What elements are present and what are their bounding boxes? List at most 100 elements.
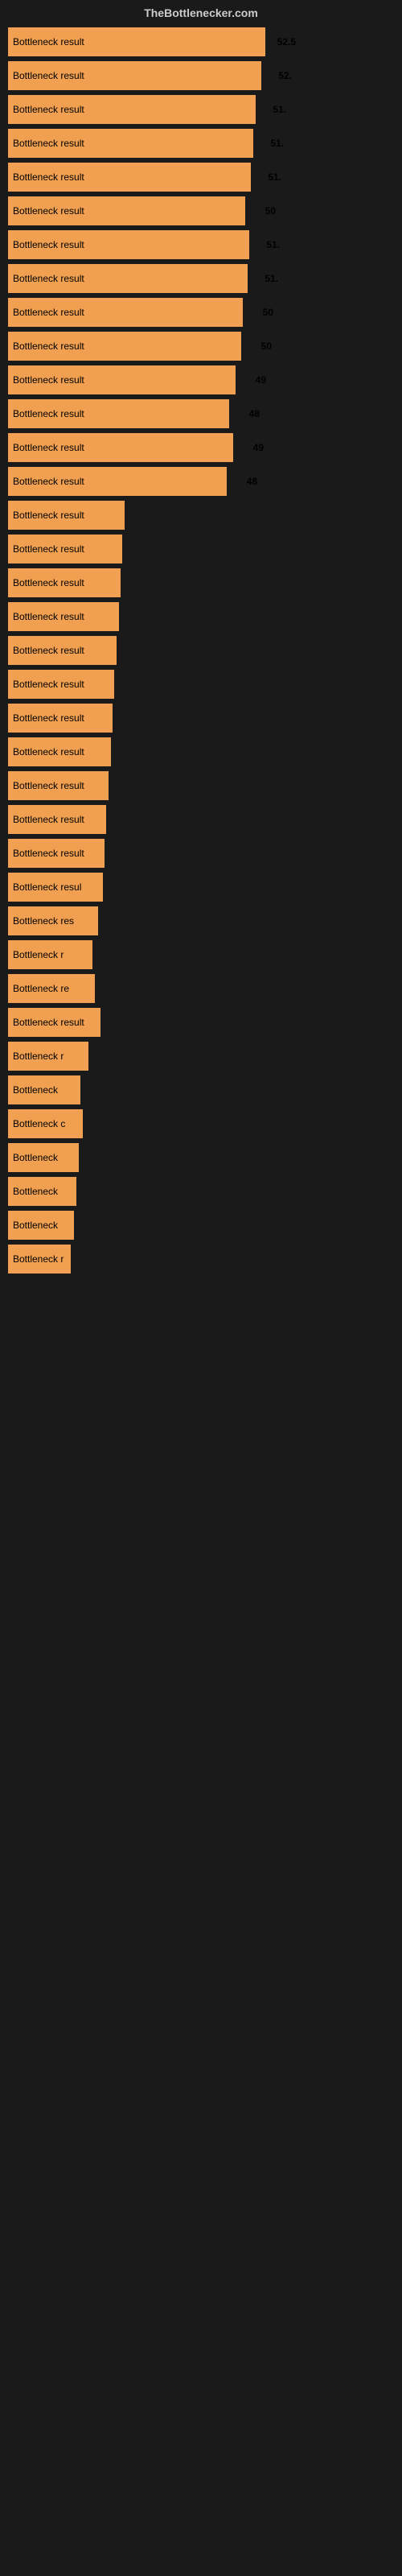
bar-label-0: Bottleneck result bbox=[13, 36, 84, 47]
bar-label-11: Bottleneck result bbox=[13, 408, 84, 419]
bar-value-3: 51. bbox=[270, 138, 284, 149]
bar-label-1: Bottleneck result bbox=[13, 70, 84, 81]
bar-label-26: Bottleneck res bbox=[13, 915, 74, 927]
bar-row: Bottleneck result bbox=[8, 737, 394, 766]
bar-value-7: 51. bbox=[265, 273, 278, 284]
bar-value-9: 50 bbox=[261, 341, 272, 352]
bar-value-8: 50 bbox=[263, 307, 273, 318]
bar-row: Bottleneck result 51. bbox=[8, 95, 394, 124]
bar-label-6: Bottleneck result bbox=[13, 239, 84, 250]
bar-row: Bottleneck r bbox=[8, 940, 394, 969]
bar-row: Bottleneck result bbox=[8, 568, 394, 597]
bar-14: Bottleneck result bbox=[8, 501, 125, 530]
bar-value-10: 49 bbox=[256, 374, 266, 386]
bar-label-27: Bottleneck r bbox=[13, 949, 64, 960]
bar-label-35: Bottleneck bbox=[13, 1220, 58, 1231]
bar-8: Bottleneck result50 bbox=[8, 298, 243, 327]
bar-26: Bottleneck res bbox=[8, 906, 98, 935]
bar-3: Bottleneck result51. bbox=[8, 129, 253, 158]
bar-label-30: Bottleneck r bbox=[13, 1051, 64, 1062]
bar-row: Bottleneck result bbox=[8, 839, 394, 868]
bar-row: Bottleneck result 52.5 bbox=[8, 27, 394, 56]
bar-11: Bottleneck result48 bbox=[8, 399, 229, 428]
bar-row: Bottleneck result 48 bbox=[8, 399, 394, 428]
bar-label-22: Bottleneck result bbox=[13, 780, 84, 791]
bar-row: Bottleneck result bbox=[8, 670, 394, 699]
bar-row: Bottleneck result 51. bbox=[8, 264, 394, 293]
bar-row: Bottleneck result 50 bbox=[8, 298, 394, 327]
bar-label-7: Bottleneck result bbox=[13, 273, 84, 284]
bar-label-5: Bottleneck result bbox=[13, 205, 84, 217]
bar-row: Bottleneck re bbox=[8, 974, 394, 1003]
bar-13: Bottleneck result48 bbox=[8, 467, 227, 496]
bar-row: Bottleneck result 51. bbox=[8, 230, 394, 259]
bar-1: Bottleneck result52. bbox=[8, 61, 261, 90]
bar-row: Bottleneck bbox=[8, 1143, 394, 1172]
bar-value-6: 51. bbox=[266, 239, 280, 250]
bar-5: Bottleneck result50 bbox=[8, 196, 245, 225]
bar-label-19: Bottleneck result bbox=[13, 679, 84, 690]
bar-7: Bottleneck result51. bbox=[8, 264, 248, 293]
site-header: TheBottlenecker.com bbox=[0, 0, 402, 23]
bar-label-18: Bottleneck result bbox=[13, 645, 84, 656]
bar-32: Bottleneck c bbox=[8, 1109, 83, 1138]
bar-row: Bottleneck result 51. bbox=[8, 129, 394, 158]
bar-label-2: Bottleneck result bbox=[13, 104, 84, 115]
bar-label-3: Bottleneck result bbox=[13, 138, 84, 149]
bar-value-4: 51. bbox=[268, 171, 281, 183]
bar-0: Bottleneck result52.5 bbox=[8, 27, 265, 56]
bar-label-29: Bottleneck result bbox=[13, 1017, 84, 1028]
bar-row: Bottleneck result bbox=[8, 771, 394, 800]
bar-25: Bottleneck resul bbox=[8, 873, 103, 902]
bar-row: Bottleneck result 51. bbox=[8, 163, 394, 192]
bar-36: Bottleneck r bbox=[8, 1245, 71, 1274]
bar-row: Bottleneck result bbox=[8, 636, 394, 665]
bars-container: Bottleneck result 52.5 Bottleneck result52… bbox=[0, 23, 402, 1283]
bar-row: Bottleneck result bbox=[8, 1008, 394, 1037]
bar-row: Bottleneck result bbox=[8, 704, 394, 733]
bar-value-0: 52.5 bbox=[277, 36, 296, 47]
bar-row: Bottleneck result49 bbox=[8, 433, 394, 462]
bar-21: Bottleneck result bbox=[8, 737, 111, 766]
bar-20: Bottleneck result bbox=[8, 704, 113, 733]
bar-label-12: Bottleneck result bbox=[13, 442, 84, 453]
bar-label-13: Bottleneck result bbox=[13, 476, 84, 487]
bar-row: Bottleneck result 50 bbox=[8, 196, 394, 225]
bar-18: Bottleneck result bbox=[8, 636, 117, 665]
bar-24: Bottleneck result bbox=[8, 839, 105, 868]
bar-label-8: Bottleneck result bbox=[13, 307, 84, 318]
bar-label-24: Bottleneck result bbox=[13, 848, 84, 859]
bar-label-25: Bottleneck resul bbox=[13, 881, 81, 893]
bar-row: Bottleneck result50 bbox=[8, 332, 394, 361]
bar-2: Bottleneck result51. bbox=[8, 95, 256, 124]
bar-31: Bottleneck bbox=[8, 1075, 80, 1104]
bar-value-5: 50 bbox=[265, 205, 276, 217]
bar-33: Bottleneck bbox=[8, 1143, 79, 1172]
bar-17: Bottleneck result bbox=[8, 602, 119, 631]
bar-label-10: Bottleneck result bbox=[13, 374, 84, 386]
bar-row: Bottleneck result bbox=[8, 535, 394, 564]
bar-30: Bottleneck r bbox=[8, 1042, 88, 1071]
bar-row: Bottleneck bbox=[8, 1211, 394, 1240]
bar-label-4: Bottleneck result bbox=[13, 171, 84, 183]
bar-28: Bottleneck re bbox=[8, 974, 95, 1003]
bar-22: Bottleneck result bbox=[8, 771, 109, 800]
bar-label-33: Bottleneck bbox=[13, 1152, 58, 1163]
bar-label-16: Bottleneck result bbox=[13, 577, 84, 588]
bar-27: Bottleneck r bbox=[8, 940, 92, 969]
bar-row: Bottleneck c bbox=[8, 1109, 394, 1138]
bar-label-32: Bottleneck c bbox=[13, 1118, 65, 1129]
site-title: TheBottlenecker.com bbox=[144, 6, 258, 19]
bar-label-15: Bottleneck result bbox=[13, 543, 84, 555]
bar-row: Bottleneck bbox=[8, 1075, 394, 1104]
bar-12: Bottleneck result49 bbox=[8, 433, 233, 462]
bar-9: Bottleneck result50 bbox=[8, 332, 241, 361]
bar-34: Bottleneck bbox=[8, 1177, 76, 1206]
bar-value-2: 51. bbox=[273, 104, 286, 115]
bar-35: Bottleneck bbox=[8, 1211, 74, 1240]
bar-15: Bottleneck result bbox=[8, 535, 122, 564]
bar-row: Bottleneck r bbox=[8, 1245, 394, 1274]
bar-value-11: 48 bbox=[249, 408, 260, 419]
bar-row: Bottleneck result bbox=[8, 501, 394, 530]
bar-row: Bottleneck result bbox=[8, 805, 394, 834]
